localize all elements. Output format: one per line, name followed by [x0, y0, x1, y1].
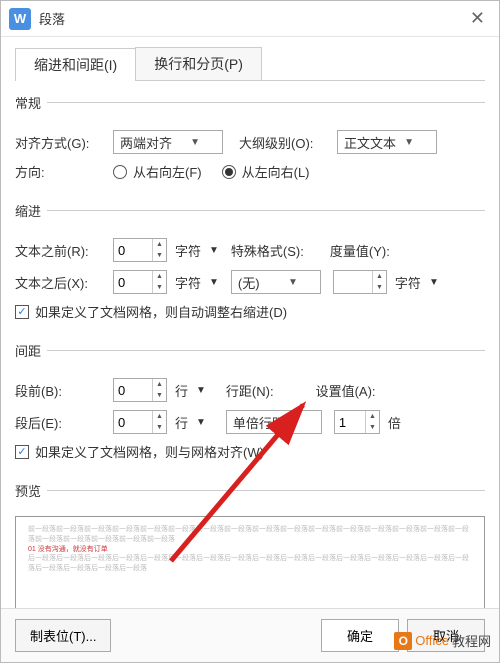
- label-indent-before: 文本之前(R):: [15, 241, 107, 260]
- combo-special-format[interactable]: (无)▼: [231, 270, 321, 294]
- label-space-after: 段后(E):: [15, 413, 107, 432]
- close-icon[interactable]: ✕: [464, 8, 491, 29]
- label-direction: 方向:: [15, 162, 107, 181]
- chevron-down-icon: ▼: [398, 137, 432, 148]
- unit-char: 字符: [175, 273, 201, 292]
- legend-spacing: 间距: [15, 341, 47, 360]
- legend-preview: 预览: [15, 481, 47, 500]
- label-indent-after: 文本之后(X):: [15, 273, 107, 292]
- check-snap-to-grid[interactable]: ✓如果定义了文档网格，则与网格对齐(W): [15, 442, 264, 461]
- legend-indent: 缩进: [15, 201, 47, 220]
- unit-bei: 倍: [388, 413, 401, 432]
- combo-alignment[interactable]: 两端对齐▼: [113, 130, 223, 154]
- spinner-indent-before[interactable]: ▲▼: [113, 238, 167, 262]
- spinner-set-value[interactable]: ▲▼: [334, 410, 380, 434]
- spinner-space-after[interactable]: ▲▼: [113, 410, 167, 434]
- spinner-metric-value[interactable]: ▲▼: [333, 270, 387, 294]
- preview-box: 前一段落前一段落前一段落前一段落前一段落前一段落前一段落前一段落前一段落前一段落…: [15, 516, 485, 608]
- unit-line: 行: [175, 413, 188, 432]
- check-auto-indent-grid[interactable]: ✓如果定义了文档网格，则自动调整右缩进(D): [15, 302, 287, 321]
- paragraph-dialog: W 段落 ✕ 缩进和间距(I) 换行和分页(P) 常规 对齐方式(G): 两端对…: [0, 0, 500, 663]
- group-general: 常规 对齐方式(G): 两端对齐▼ 大纲级别(O): 正文文本▼ 方向: 从右向…: [15, 93, 485, 189]
- radio-rtl[interactable]: 从右向左(F): [113, 162, 202, 181]
- label-alignment: 对齐方式(G):: [15, 133, 107, 152]
- spinner-space-before[interactable]: ▲▼: [113, 378, 167, 402]
- dialog-body: 缩进和间距(I) 换行和分页(P) 常规 对齐方式(G): 两端对齐▼ 大纲级别…: [1, 37, 499, 608]
- label-space-before: 段前(B):: [15, 381, 107, 400]
- radio-ltr[interactable]: 从左向右(L): [222, 162, 310, 181]
- spinner-indent-after[interactable]: ▲▼: [113, 270, 167, 294]
- tab-bar: 缩进和间距(I) 换行和分页(P): [15, 47, 485, 81]
- ok-button[interactable]: 确定: [321, 619, 399, 652]
- unit-char: 字符: [395, 273, 421, 292]
- label-outline-level: 大纲级别(O):: [239, 133, 331, 152]
- watermark-icon: O: [394, 632, 412, 650]
- tab-indent-spacing[interactable]: 缩进和间距(I): [15, 48, 136, 81]
- chevron-down-icon: ▼: [184, 137, 218, 148]
- group-indent: 缩进 文本之前(R): ▲▼ 字符 ▼ 特殊格式(S): 度量值(Y): 文本之后…: [15, 201, 485, 329]
- window-title: 段落: [39, 9, 65, 28]
- chevron-down-icon: ▼: [283, 417, 317, 428]
- chevron-down-icon: ▼: [282, 277, 316, 288]
- label-special-format: 特殊格式(S):: [231, 241, 304, 260]
- titlebar: W 段落 ✕: [1, 1, 499, 37]
- unit-line: 行: [175, 381, 188, 400]
- app-icon: W: [9, 8, 31, 30]
- tab-line-page-breaks[interactable]: 换行和分页(P): [135, 47, 262, 80]
- label-line-spacing: 行距(N):: [226, 381, 274, 400]
- combo-outline-level[interactable]: 正文文本▼: [337, 130, 437, 154]
- watermark: O Office教程网: [394, 631, 491, 650]
- group-preview: 预览 前一段落前一段落前一段落前一段落前一段落前一段落前一段落前一段落前一段落前…: [15, 481, 485, 608]
- legend-general: 常规: [15, 93, 47, 112]
- combo-line-spacing[interactable]: 单倍行距▼: [226, 410, 322, 434]
- label-metric-value: 度量值(Y):: [330, 241, 390, 260]
- unit-char: 字符: [175, 241, 201, 260]
- tabstops-button[interactable]: 制表位(T)...: [15, 619, 111, 652]
- label-set-value: 设置值(A):: [316, 381, 376, 400]
- group-spacing: 间距 段前(B): ▲▼ 行 ▼ 行距(N): 设置值(A): 段后(E): ▲▼…: [15, 341, 485, 469]
